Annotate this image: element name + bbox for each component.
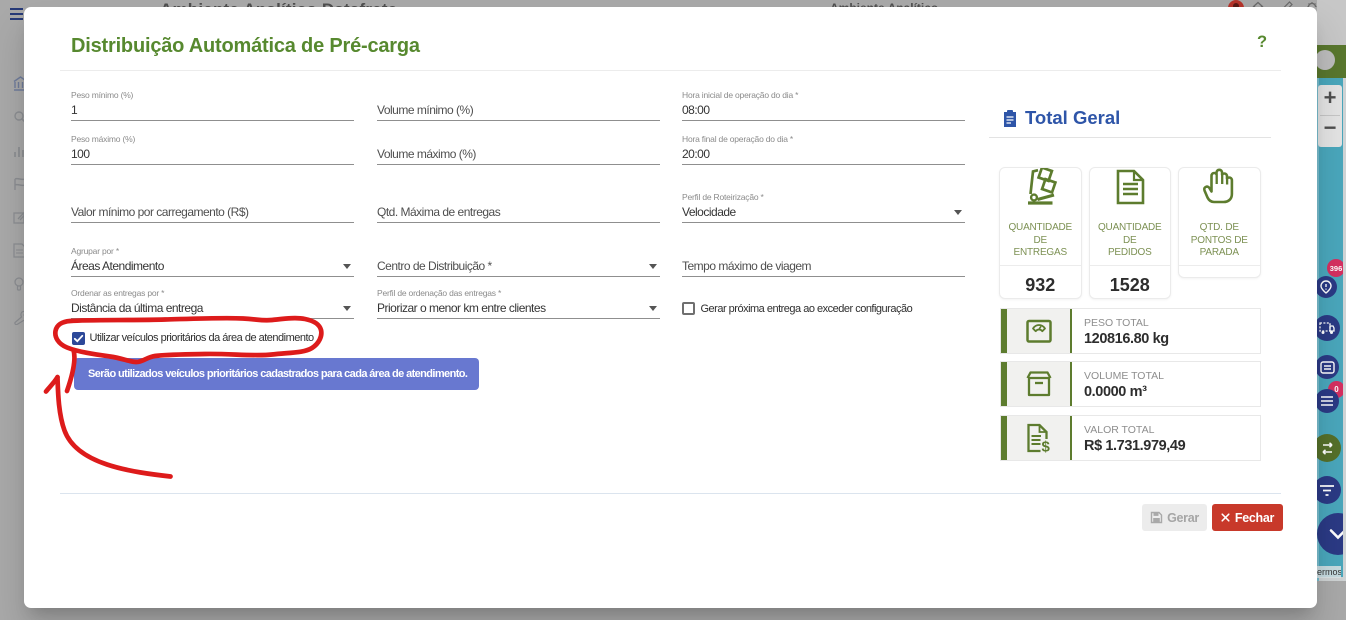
svg-text:$: $ xyxy=(1041,438,1050,454)
